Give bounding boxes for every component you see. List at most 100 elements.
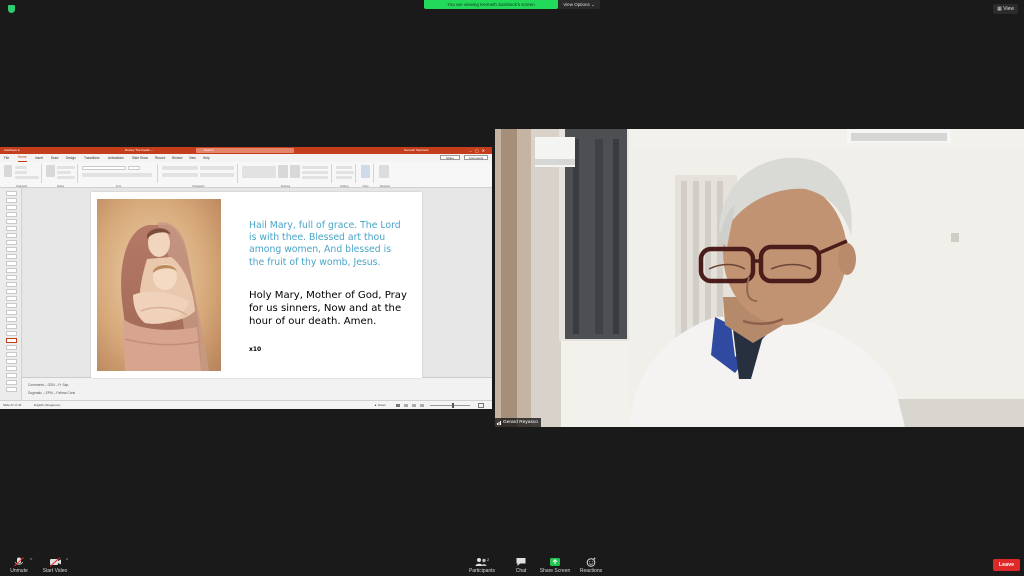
share-button[interactable]: Share <box>440 155 460 160</box>
tab-help[interactable]: Help <box>203 154 210 162</box>
slide-thumbnail[interactable] <box>6 212 17 217</box>
slide-thumbnail[interactable] <box>6 275 17 280</box>
tab-record[interactable]: Record <box>155 154 165 162</box>
slide-thumbnail[interactable] <box>6 380 17 385</box>
zoom-slider-thumb[interactable] <box>452 403 454 408</box>
shape-effects-button[interactable] <box>302 176 328 179</box>
slide-thumbnail[interactable] <box>6 303 17 308</box>
arrange-icon[interactable] <box>278 165 288 178</box>
replace-button[interactable] <box>336 171 354 174</box>
slide-thumbnail[interactable] <box>6 310 17 315</box>
tab-draw[interactable]: Draw <box>51 154 58 162</box>
slide-thumbnail[interactable] <box>6 240 17 245</box>
slide-repeat-count[interactable]: x10 <box>249 346 261 353</box>
participants-button[interactable]: 2 Participants <box>466 555 498 576</box>
text-direction-button[interactable] <box>200 166 234 170</box>
notes-toggle[interactable]: ▲ Notes <box>374 401 386 409</box>
copy-button[interactable] <box>15 171 27 174</box>
reading-view-icon[interactable] <box>412 404 416 407</box>
slide-thumbnail[interactable] <box>6 289 17 294</box>
tab-file[interactable]: File <box>4 154 9 162</box>
language-indicator[interactable]: English (Singapore) <box>34 401 60 409</box>
current-slide[interactable]: Hail Mary, full of grace. The Lord is wi… <box>91 192 422 378</box>
tab-insert[interactable]: Insert <box>35 154 43 162</box>
participant-video[interactable] <box>495 129 1024 427</box>
slide-thumbnail[interactable] <box>6 352 17 357</box>
security-shield-icon[interactable] <box>8 5 15 13</box>
view-options-button[interactable]: View Options ⌄ <box>558 0 600 9</box>
slide-thumbnail-pane[interactable] <box>0 188 22 400</box>
design-ideas-icon[interactable] <box>379 165 389 178</box>
notes-pane[interactable]: Comments – GSN – Fr Sap Dogmatic – EPM –… <box>22 377 492 400</box>
quick-styles-icon[interactable] <box>290 165 300 178</box>
slide-thumbnail[interactable] <box>6 247 17 252</box>
fit-to-window-icon[interactable] <box>478 403 484 408</box>
font-family-select[interactable] <box>82 166 126 170</box>
unmute-button[interactable]: Unmute <box>6 555 32 576</box>
slide-thumbnail[interactable] <box>6 191 17 196</box>
slide-thumbnail[interactable] <box>6 359 17 364</box>
list-buttons[interactable] <box>162 166 198 170</box>
zoom-slider[interactable] <box>430 405 470 406</box>
slide-thumbnail-selected[interactable] <box>6 338 17 343</box>
dictate-icon[interactable] <box>361 165 370 178</box>
slide-thumbnail[interactable] <box>6 345 17 350</box>
normal-view-icon[interactable] <box>396 404 400 407</box>
slide-thumbnail[interactable] <box>6 198 17 203</box>
chat-button[interactable]: Chat <box>511 555 531 576</box>
cut-button[interactable] <box>15 166 27 169</box>
find-button[interactable] <box>336 166 352 169</box>
video-options-caret-icon[interactable]: ^ <box>66 558 68 564</box>
comments-button[interactable]: Comments <box>464 155 488 160</box>
tab-animations[interactable]: Animations <box>108 154 124 162</box>
user-name[interactable]: Kenneth Sambeck <box>404 147 429 154</box>
file-name[interactable]: Rosary The Dyads ⌄ <box>125 147 153 154</box>
shapes-gallery[interactable] <box>242 166 276 178</box>
slide-thumbnail[interactable] <box>6 261 17 266</box>
audio-options-caret-icon[interactable]: ^ <box>30 558 32 564</box>
tab-home[interactable]: Home <box>18 154 27 162</box>
leave-meeting-button[interactable]: Leave <box>993 559 1020 571</box>
slide-thumbnail[interactable] <box>6 296 17 301</box>
new-slide-icon[interactable] <box>46 165 55 177</box>
shape-fill-button[interactable] <box>302 166 328 169</box>
autosave-toggle[interactable]: AutoSave ● <box>4 147 20 154</box>
slide-thumbnail[interactable] <box>6 254 17 259</box>
slide-thumbnail[interactable] <box>6 317 17 322</box>
slide-thumbnail[interactable] <box>6 219 17 224</box>
slide-thumbnail[interactable] <box>6 268 17 273</box>
search-box[interactable]: Search <box>196 148 294 153</box>
view-button[interactable]: ▦ View <box>993 4 1018 14</box>
slide-thumbnail[interactable] <box>6 233 17 238</box>
section-button[interactable] <box>57 176 75 179</box>
tab-slide-show[interactable]: Slide Show <box>132 154 148 162</box>
reactions-button[interactable]: Reactions <box>577 555 605 576</box>
tab-transitions[interactable]: Transitions <box>84 154 99 162</box>
slide-thumbnail[interactable] <box>6 282 17 287</box>
slide-thumbnail[interactable] <box>6 387 17 392</box>
font-size-select[interactable] <box>128 166 140 170</box>
paste-icon[interactable] <box>4 165 12 177</box>
sorter-view-icon[interactable] <box>404 404 408 407</box>
align-text-button[interactable] <box>200 173 234 177</box>
font-format-buttons[interactable] <box>82 173 152 177</box>
slideshow-view-icon[interactable] <box>420 404 424 407</box>
slide-hail-mary-text[interactable]: Hail Mary, full of grace. The Lord is wi… <box>249 220 409 269</box>
share-screen-button[interactable]: Share Screen <box>538 555 572 576</box>
slide-thumbnail[interactable] <box>6 331 17 336</box>
tab-design[interactable]: Design <box>66 154 76 162</box>
window-controls[interactable]: –▢✕ <box>470 147 488 154</box>
format-painter-button[interactable] <box>15 176 39 179</box>
alignment-buttons[interactable] <box>162 173 198 177</box>
slide-thumbnail[interactable] <box>6 226 17 231</box>
slide-thumbnail[interactable] <box>6 373 17 378</box>
slide-thumbnail[interactable] <box>6 366 17 371</box>
layout-button[interactable] <box>57 166 75 169</box>
tab-view[interactable]: View <box>189 154 196 162</box>
slide-thumbnail[interactable] <box>6 324 17 329</box>
slide-thumbnail[interactable] <box>6 205 17 210</box>
reset-button[interactable] <box>57 171 71 174</box>
slide-holy-mary-text[interactable]: Holy Mary, Mother of God, Pray for us si… <box>249 289 414 328</box>
shape-outline-button[interactable] <box>302 171 328 174</box>
tab-review[interactable]: Review <box>172 154 182 162</box>
